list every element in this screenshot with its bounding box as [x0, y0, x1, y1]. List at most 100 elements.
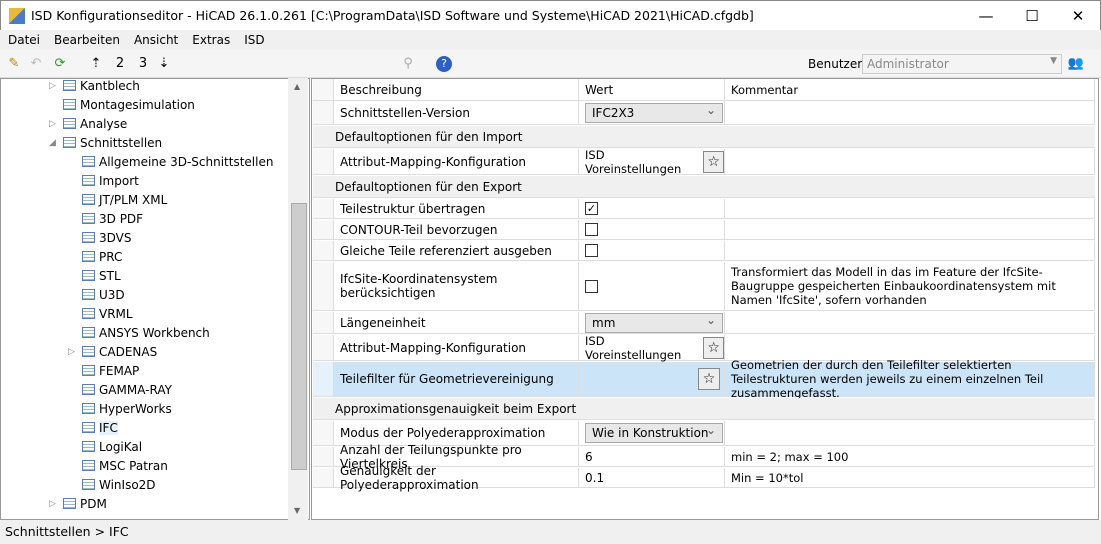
expand-arrow-icon[interactable]: ▷: [49, 115, 56, 134]
minimize-button[interactable]: —: [963, 1, 1009, 31]
menu-bearbeiten[interactable]: Bearbeiten: [46, 30, 126, 47]
tree-item[interactable]: IFC: [82, 419, 118, 438]
expand-arrow-icon[interactable]: ▷: [49, 495, 56, 514]
user-select[interactable]: Administrator ▼: [862, 54, 1062, 74]
level-2-icon[interactable]: 2: [110, 54, 130, 74]
tree-item[interactable]: ▷ CADENAS: [68, 343, 157, 362]
property-row[interactable]: Teilefilter für Geometrievereinigung ☆ Geo…: [313, 358, 1095, 400]
refresh-icon[interactable]: ⟳: [50, 54, 70, 74]
menu-isd[interactable]: ISD: [236, 30, 270, 47]
property-row[interactable]: Schnittstellen-Version IFC2X3: [313, 101, 1095, 125]
users-icon[interactable]: 👥: [1066, 54, 1086, 74]
property-value[interactable]: Wie in Konstruktion: [579, 421, 725, 445]
tree-item[interactable]: JT/PLM XML: [82, 191, 167, 210]
value-dropdown[interactable]: IFC2X3: [585, 101, 723, 123]
favorite-star-icon[interactable]: ☆: [703, 336, 724, 359]
collapse-level-icon[interactable]: ⇡: [86, 54, 106, 74]
value-text[interactable]: 0.1: [585, 471, 604, 485]
property-name: Gleiche Teile referenziert ausgeben: [334, 241, 579, 260]
property-row[interactable]: Genauigkeit der Polyederapproximation 0.1…: [313, 464, 1095, 492]
value-dropdown[interactable]: mm: [585, 311, 723, 333]
property-value[interactable]: IFC2X3: [579, 101, 725, 124]
tree-item[interactable]: WinIso2D: [82, 476, 156, 495]
tree-item[interactable]: FEMAP: [82, 362, 139, 381]
property-value[interactable]: [579, 241, 725, 260]
find-binoculars-icon[interactable]: ⚲: [398, 54, 418, 74]
undo-icon[interactable]: ↶: [26, 54, 46, 74]
property-name: IfcSite-Koordinatensystem berücksichtige…: [334, 262, 579, 310]
property-value[interactable]: ✓: [579, 199, 725, 218]
tree-item[interactable]: HyperWorks: [82, 400, 172, 419]
value-checkbox[interactable]: [585, 244, 598, 257]
expand-arrow-icon[interactable]: ▷: [68, 343, 75, 362]
property-row[interactable]: Längeneinheit mm: [313, 311, 1095, 334]
menu-extras[interactable]: Extras: [184, 30, 236, 47]
menu-ansicht[interactable]: Ansicht: [126, 30, 184, 47]
tree-item[interactable]: 3D PDF: [82, 210, 143, 229]
property-value[interactable]: 6: [579, 447, 725, 466]
tree-item[interactable]: ▷ Analyse: [49, 115, 127, 134]
value-dropdown[interactable]: Wie in Konstruktion: [585, 421, 723, 443]
menu-datei[interactable]: Datei: [0, 30, 46, 47]
property-comment: [725, 149, 1095, 174]
value-checkbox[interactable]: [585, 279, 598, 293]
tree-item-label: WinIso2D: [99, 478, 156, 492]
column-header-kommentar[interactable]: Kommentar: [725, 79, 1095, 100]
table-icon: [82, 365, 95, 376]
value-checkbox[interactable]: [585, 223, 598, 236]
tree-item[interactable]: ◢ Schnittstellen: [49, 134, 162, 153]
expand-arrow-icon[interactable]: ▷: [49, 79, 56, 96]
tree-item[interactable]: MSC Patran: [82, 457, 168, 476]
property-row[interactable]: Gleiche Teile referenziert ausgeben: [313, 241, 1095, 261]
table-icon: [63, 118, 76, 129]
tree-item[interactable]: ANSYS Workbench: [82, 324, 210, 343]
tree-item[interactable]: ▷ Kantblech: [49, 79, 140, 96]
level-3-icon[interactable]: 3: [133, 54, 153, 74]
edit-pencil-icon[interactable]: ✎: [4, 54, 24, 74]
property-value[interactable]: ☆: [579, 362, 725, 396]
expand-all-icon[interactable]: ⇣: [154, 54, 174, 74]
column-header-wert[interactable]: Wert: [579, 79, 725, 100]
maximize-button[interactable]: ☐: [1009, 1, 1055, 31]
row-indicator: [313, 199, 334, 218]
tree-item[interactable]: LogiKal: [82, 438, 142, 457]
table-icon: [82, 422, 95, 433]
tree-item[interactable]: Allgemeine 3D-Schnittstellen: [82, 153, 273, 172]
property-row[interactable]: Teilestruktur übertragen ✓: [313, 199, 1095, 219]
property-value[interactable]: [579, 262, 725, 310]
section-header[interactable]: Defaultoptionen für den Export: [313, 176, 1095, 198]
property-value[interactable]: 0.1: [579, 468, 725, 487]
column-header-beschreibung[interactable]: Beschreibung: [334, 79, 579, 100]
property-value[interactable]: mm: [579, 311, 725, 333]
tree-item[interactable]: ▷ PDM: [49, 495, 107, 514]
tree-item[interactable]: U3D: [82, 286, 125, 305]
tree-item[interactable]: VRML: [82, 305, 133, 324]
value-text[interactable]: 6: [585, 450, 593, 464]
property-name: CONTOUR-Teil bevorzugen: [334, 220, 579, 239]
section-header[interactable]: Approximationsgenauigkeit beim Export: [313, 398, 1095, 420]
expand-arrow-icon[interactable]: ◢: [49, 134, 56, 153]
favorite-star-icon[interactable]: ☆: [703, 150, 724, 173]
tree-item[interactable]: Import: [82, 172, 139, 191]
tree-item[interactable]: 3DVS: [82, 229, 132, 248]
tree-item[interactable]: STL: [82, 267, 121, 286]
table-icon: [63, 498, 76, 509]
close-button[interactable]: ✕: [1055, 1, 1101, 31]
property-value[interactable]: ISD Voreinstellungen ☆: [579, 334, 725, 362]
property-row[interactable]: Attribut-Mapping-Konfiguration ISD Vorein…: [313, 148, 1095, 176]
tree-item[interactable]: PRC: [82, 248, 122, 267]
tree-item[interactable]: GAMMA-RAY: [82, 381, 172, 400]
property-row[interactable]: IfcSite-Koordinatensystem berücksichtige…: [313, 262, 1095, 311]
property-name: Teilefilter für Geometrievereinigung: [334, 362, 579, 396]
property-value[interactable]: [579, 220, 725, 239]
property-row[interactable]: CONTOUR-Teil bevorzugen: [313, 220, 1095, 240]
tree-item-label: U3D: [99, 288, 125, 302]
property-value[interactable]: ISD Voreinstellungen ☆: [579, 148, 725, 176]
tree-scrollbar-thumb[interactable]: [291, 203, 307, 470]
help-icon[interactable]: ?: [436, 56, 452, 72]
section-header[interactable]: Defaultoptionen für den Import: [313, 126, 1095, 148]
tree-item[interactable]: Montagesimulation: [63, 96, 195, 115]
favorite-star-icon[interactable]: ☆: [698, 368, 720, 390]
tree-item-label: FEMAP: [99, 364, 140, 378]
value-checkbox[interactable]: ✓: [585, 202, 598, 215]
